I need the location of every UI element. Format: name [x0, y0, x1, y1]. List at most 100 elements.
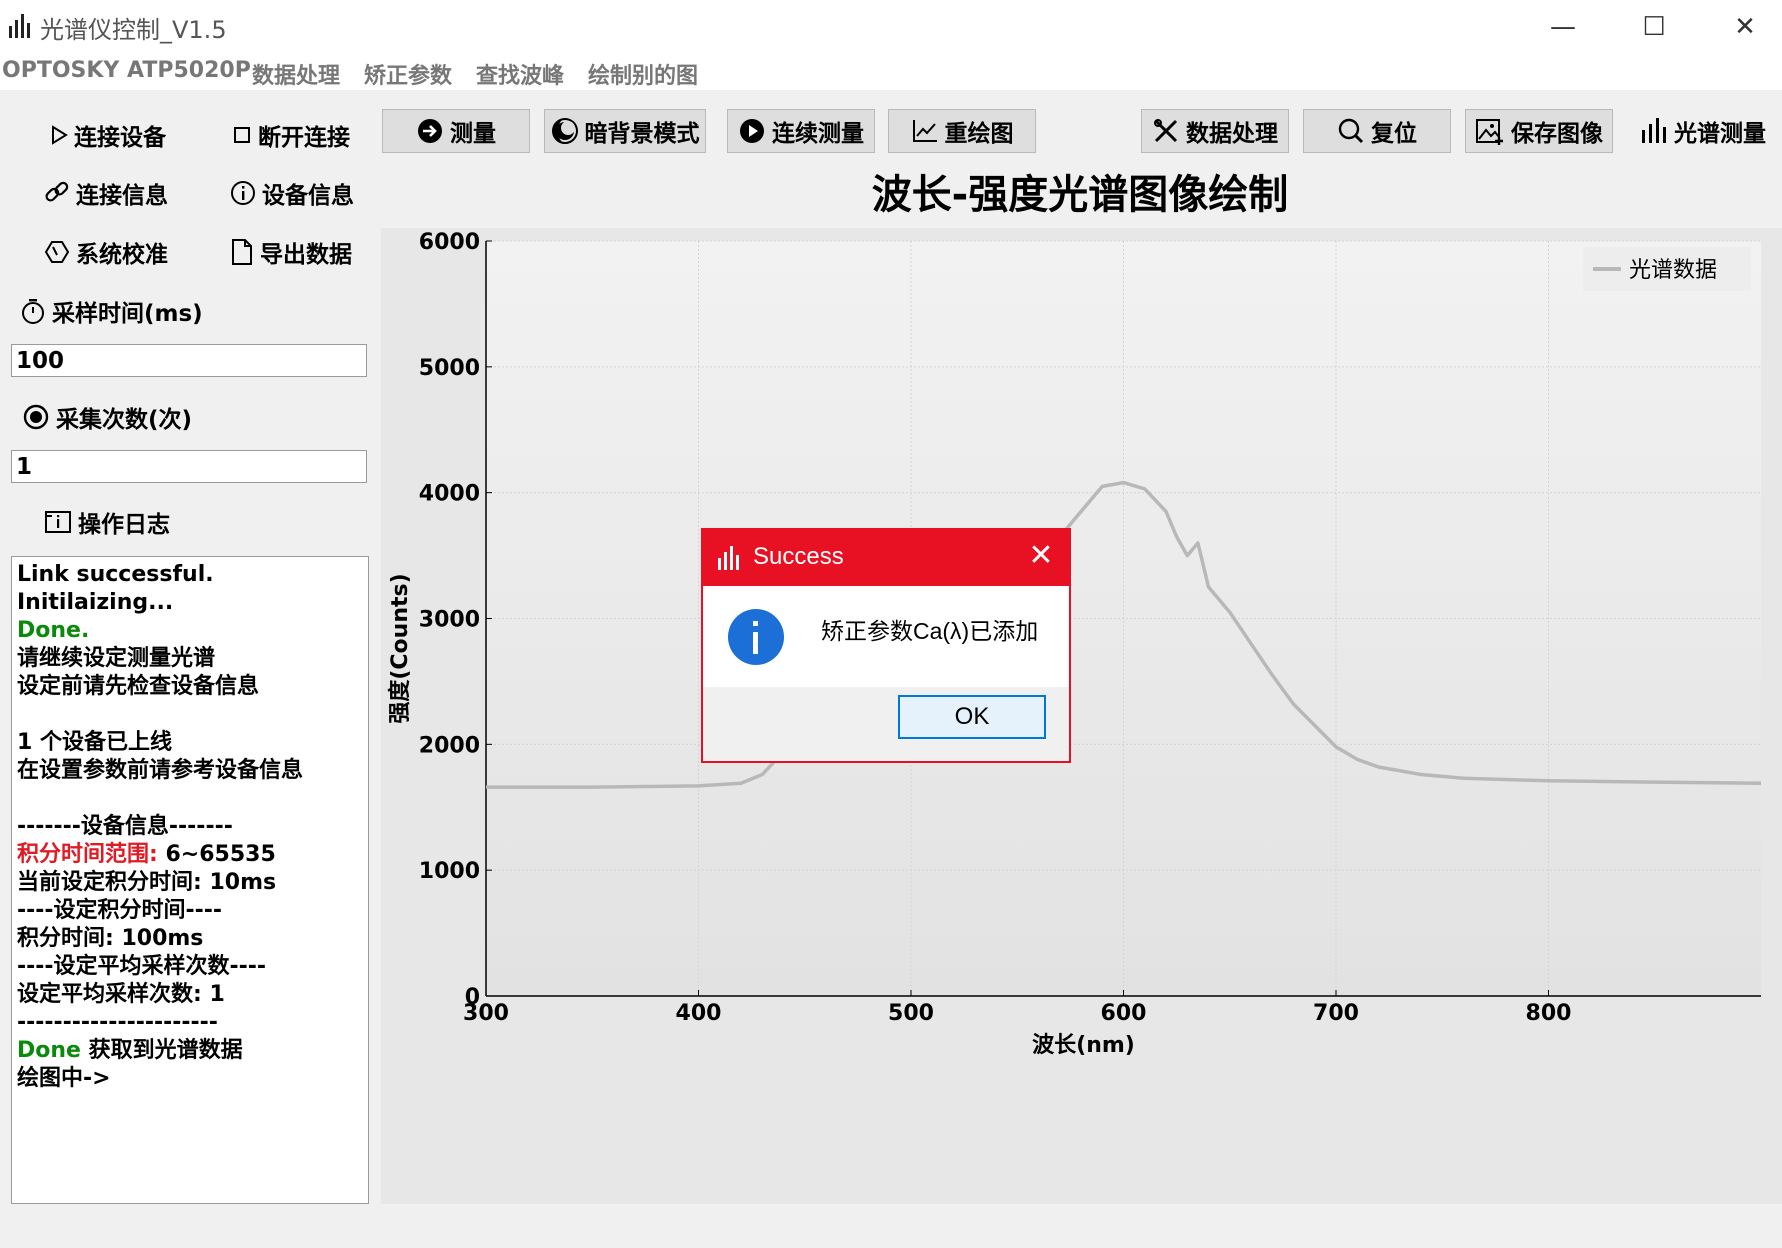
link-info-button[interactable]: 连接信息	[44, 176, 168, 210]
log-line: 绘图中->	[17, 1066, 111, 1091]
chart-area[interactable]: 300 400 500 600 700 800 0 1000 2000 3000 4000 5000 6…	[381, 228, 1782, 1204]
collect-count-text: 采集次数(次)	[56, 407, 193, 433]
dialog-header: Success ✕	[703, 530, 1069, 586]
redraw-label: 重绘图	[944, 121, 1014, 147]
ok-button[interactable]: OK	[898, 695, 1046, 739]
operation-log[interactable]: Link successful. Initilaizing... Done. 请…	[11, 556, 369, 1204]
log-line: 积分时间: 100ms	[17, 926, 204, 951]
save-image-label: 保存图像	[1511, 121, 1603, 147]
stop-square-icon	[234, 127, 250, 143]
dark-mode-label: 暗背景模式	[584, 121, 700, 147]
dialog-body: 矫正参数Ca(λ)已添加	[703, 586, 1069, 687]
calibrate-label: 系统校准	[76, 242, 168, 268]
info-circle-icon	[231, 181, 255, 205]
minimize-icon[interactable]: —	[1535, 8, 1591, 46]
x-tick-label: 700	[1313, 1001, 1359, 1026]
log-line: 请继续设定测量光谱	[17, 646, 216, 671]
success-dialog: Success ✕ 矫正参数Ca(λ)已添加 OK	[701, 528, 1071, 763]
log-line: ----------------------	[17, 1010, 218, 1035]
disconnect-button[interactable]: 断开连接	[232, 118, 350, 152]
collect-count-input[interactable]	[11, 450, 367, 483]
play-outline-icon	[52, 125, 68, 145]
log-line: Link successful.	[17, 562, 214, 587]
log-line: -------设备信息-------	[17, 814, 233, 839]
menu-draw-other[interactable]: 绘制别的图	[588, 58, 698, 90]
menu-data-processing[interactable]: 数据处理	[252, 58, 340, 90]
sample-time-label: 采样时间(ms)	[20, 294, 203, 328]
log-line: ----设定平均采样次数----	[17, 954, 267, 979]
log-line: 6~65535	[157, 842, 276, 867]
dark-mode-button[interactable]: 暗背景模式	[544, 109, 706, 153]
reset-label: 复位	[1371, 121, 1417, 147]
link-info-label: 连接信息	[76, 183, 168, 209]
log-line: 设定平均采样次数: 1	[17, 982, 225, 1007]
dialog-close-icon[interactable]: ✕	[1021, 536, 1061, 576]
y-tick-label: 2000	[419, 733, 480, 758]
zoom-reset-icon	[1338, 118, 1364, 144]
export-label: 导出数据	[260, 242, 352, 268]
dialog-message: 矫正参数Ca(λ)已添加	[821, 618, 1039, 644]
y-tick-label: 1000	[419, 859, 480, 884]
measure-button[interactable]: 测量	[382, 109, 530, 153]
spectrum-measure-button[interactable]: 光谱测量	[1628, 109, 1778, 153]
y-tick-label: 0	[465, 985, 480, 1010]
log-line: 积分时间范围:	[17, 842, 158, 867]
log-line: 1 个设备已上线	[17, 730, 172, 755]
spectrum-chart[interactable]: 300 400 500 600 700 8000100020003000400050006…	[381, 228, 1782, 1204]
continuous-measure-label: 连续测量	[772, 121, 864, 147]
y-tick-label: 4000	[419, 482, 480, 507]
sample-time-text: 采样时间(ms)	[52, 301, 203, 327]
timer-icon	[22, 299, 44, 324]
line-chart-icon	[912, 120, 937, 142]
y-tick-label: 3000	[419, 608, 480, 633]
disconnect-label: 断开连接	[258, 125, 350, 151]
sample-time-input[interactable]	[11, 344, 367, 377]
title-bar	[0, 0, 1782, 54]
x-tick-label: 800	[1526, 1001, 1572, 1026]
connect-button[interactable]: 连接设备	[50, 118, 166, 152]
close-icon[interactable]: ✕	[1717, 8, 1773, 46]
reset-button[interactable]: 复位	[1303, 109, 1451, 153]
calibrate-button[interactable]: 系统校准	[44, 235, 168, 269]
maximize-icon[interactable]: ☐	[1626, 8, 1682, 46]
device-info-button[interactable]: 设备信息	[230, 176, 354, 210]
spectrum-bars-icon	[9, 14, 30, 38]
connect-label: 连接设备	[74, 125, 166, 151]
menu-device[interactable]: OPTOSKY ATP5020P	[2, 58, 251, 83]
x-tick-label: 400	[676, 1001, 722, 1026]
log-line: Done	[17, 1038, 81, 1063]
info-icon	[728, 609, 784, 665]
y-axis-label: 强度(Counts)	[387, 573, 413, 723]
dialog-title: Success	[753, 543, 844, 570]
log-line: 设定前请先检查设备信息	[17, 674, 260, 699]
play-circle-icon	[740, 119, 764, 143]
x-tick-label: 500	[888, 1001, 934, 1026]
link-icon	[45, 181, 69, 202]
log-line: 当前设定积分时间: 10ms	[17, 870, 277, 895]
device-info-label: 设备信息	[262, 183, 354, 209]
spectrum-bars-icon	[718, 546, 739, 570]
document-icon	[232, 239, 252, 265]
export-button[interactable]: 导出数据	[230, 235, 352, 269]
bar-chart-icon	[1642, 118, 1666, 143]
log-line: 在设置参数前请参考设备信息	[17, 758, 304, 783]
operation-log-label: 操作日志	[44, 505, 170, 539]
chart-title: 波长-强度光谱图像绘制	[871, 172, 1289, 218]
log-line: Done.	[17, 618, 90, 643]
log-line: 获取到光谱数据	[80, 1038, 243, 1063]
continuous-measure-button[interactable]: 连续测量	[727, 109, 875, 153]
x-axis-label: 波长(nm)	[1032, 1033, 1135, 1058]
y-tick-label: 6000	[419, 230, 480, 255]
data-processing-button[interactable]: 数据处理	[1141, 109, 1289, 153]
spectrum-measure-label: 光谱测量	[1674, 121, 1766, 147]
operation-log-text: 操作日志	[78, 512, 170, 538]
save-image-button[interactable]: 保存图像	[1465, 109, 1613, 153]
save-image-icon	[1476, 119, 1503, 145]
tools-icon	[1154, 119, 1178, 143]
calibrate-icon	[44, 241, 70, 263]
collect-count-label: 采集次数(次)	[22, 400, 192, 434]
redraw-button[interactable]: 重绘图	[888, 109, 1036, 153]
menu-correction-params[interactable]: 矫正参数	[364, 58, 452, 90]
menu-find-peaks[interactable]: 查找波峰	[476, 58, 564, 90]
half-moon-icon	[551, 118, 578, 144]
